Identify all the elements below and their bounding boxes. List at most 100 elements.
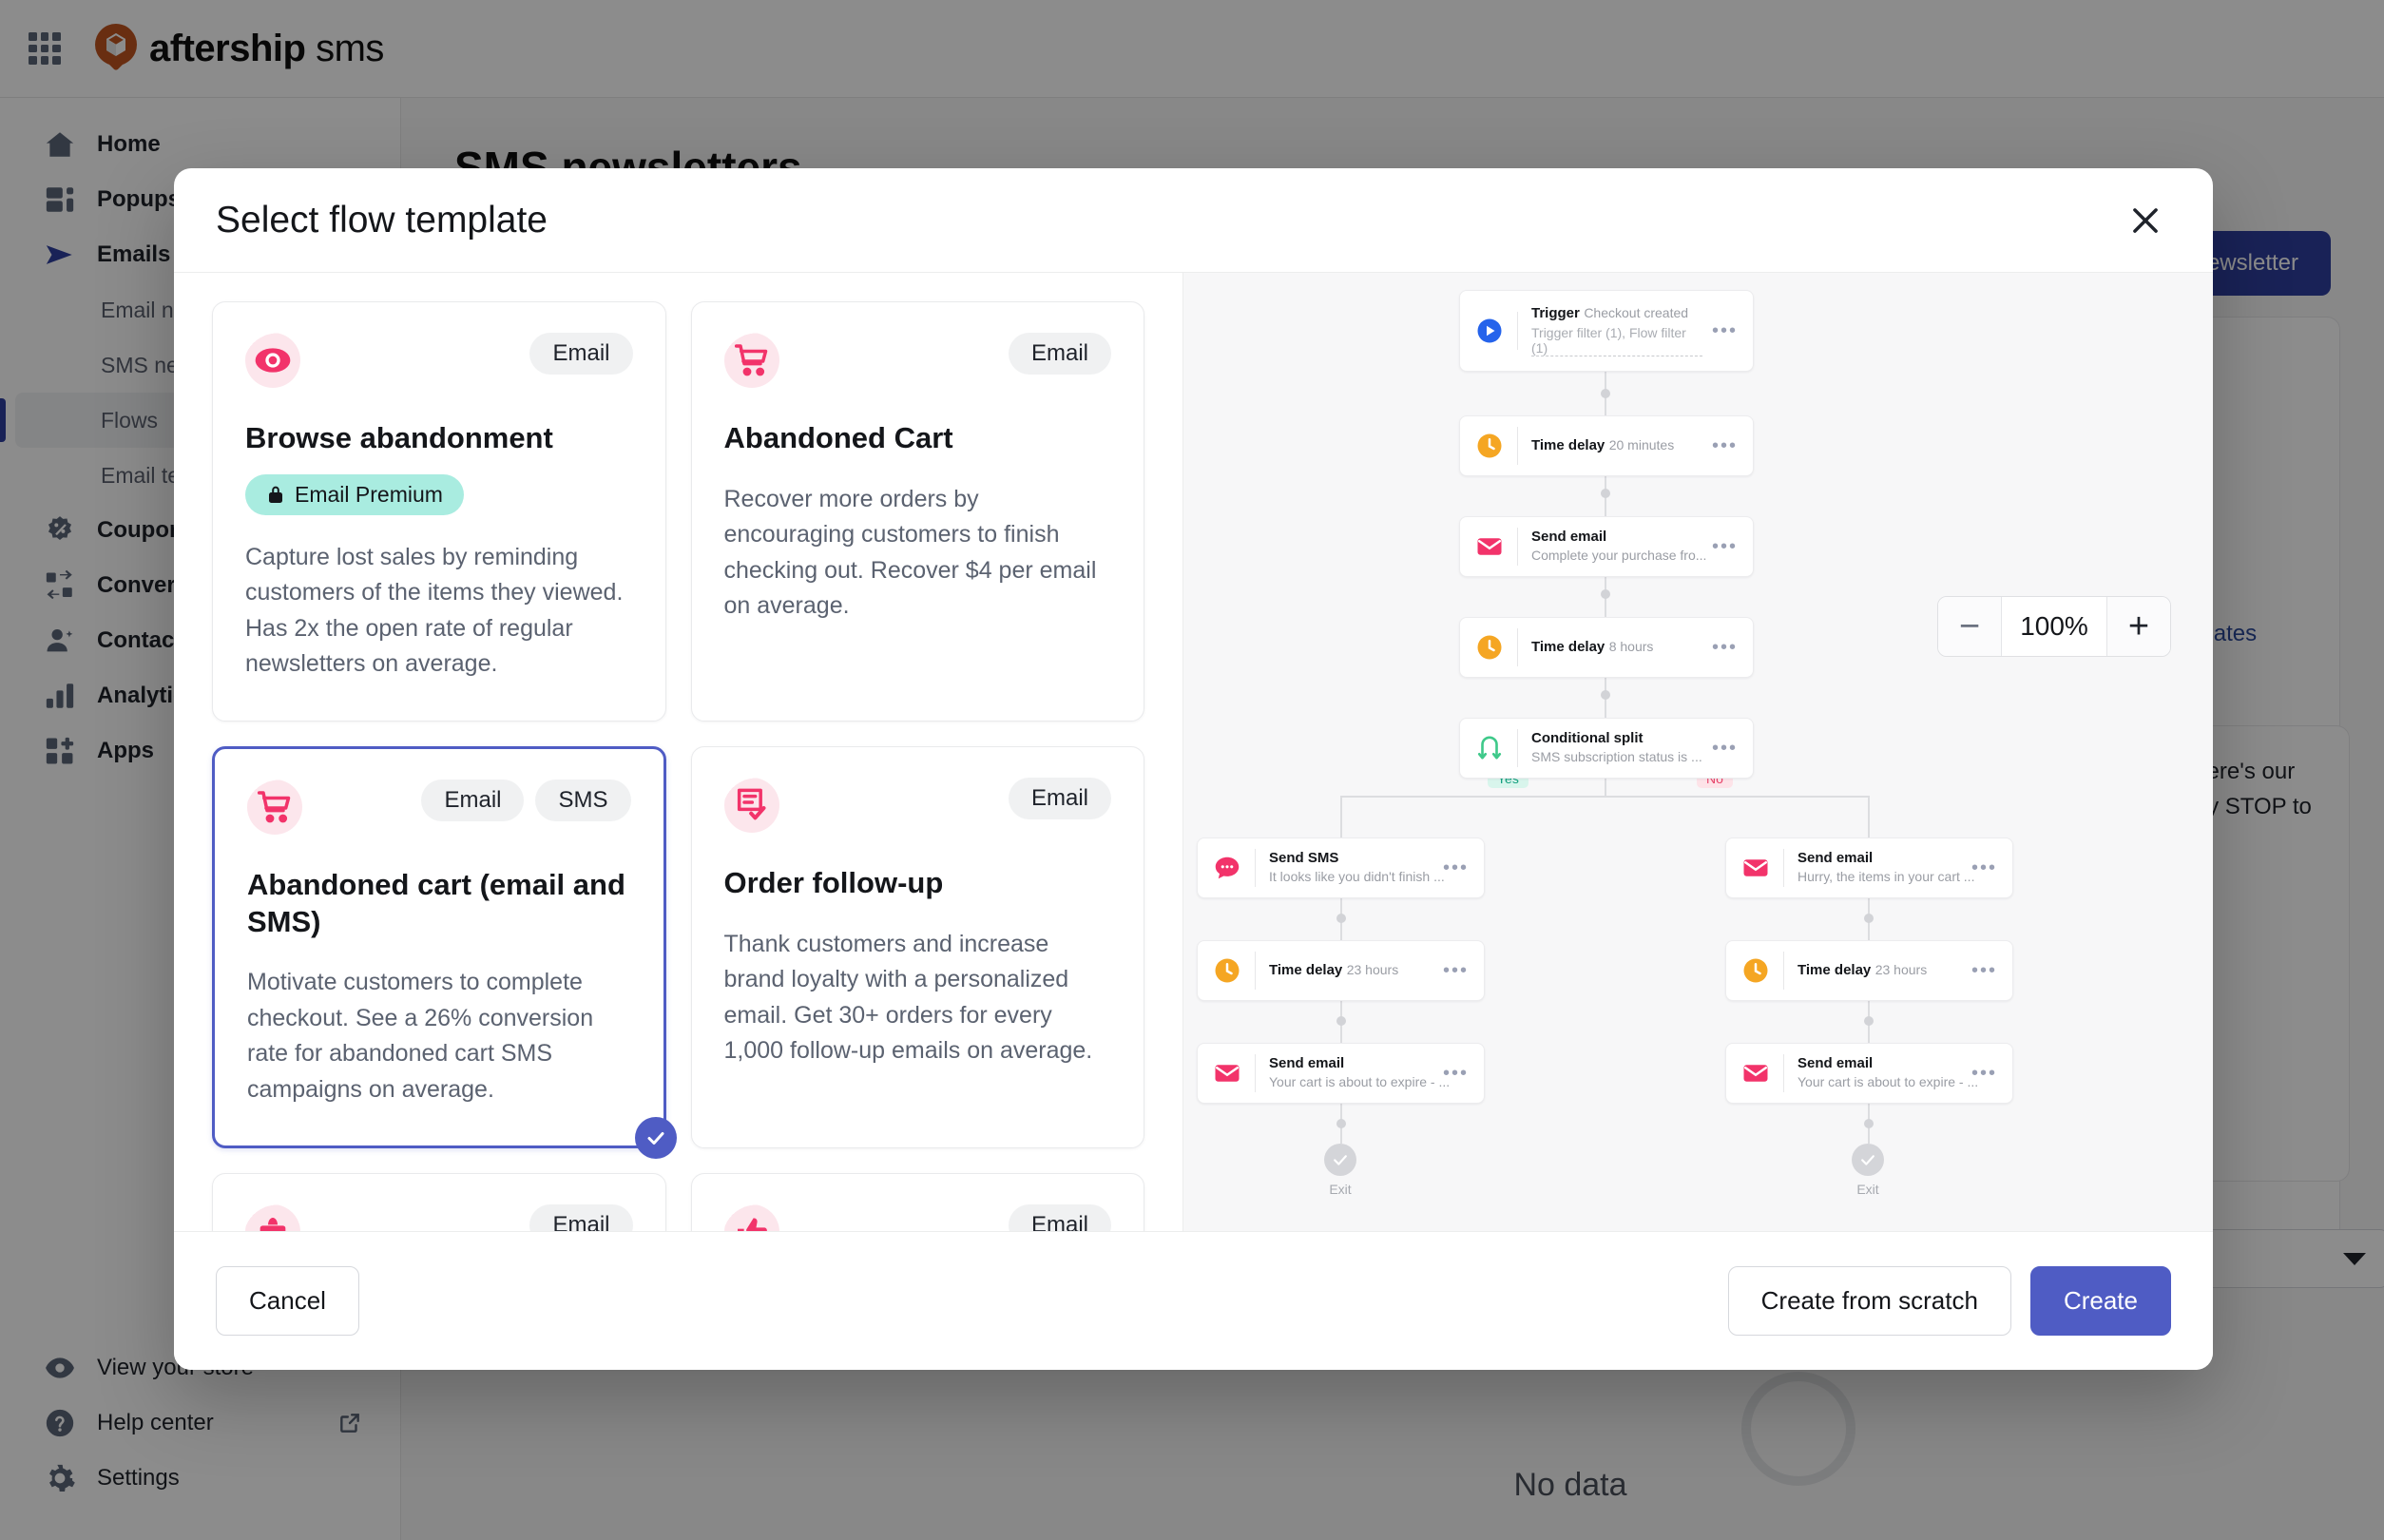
node-title: Time delay [1269,962,1343,979]
node-title: Trigger [1531,304,1580,321]
flow-node-send-email-yes-2[interactable]: Send email Your cart is about to expire … [1197,1043,1485,1104]
node-more-icon[interactable]: ••• [1443,858,1469,877]
modal-footer: Cancel Create from scratch Create [174,1231,2213,1370]
create-from-scratch-button[interactable]: Create from scratch [1727,1266,2011,1336]
card-tags: Email [529,333,633,375]
node-more-icon[interactable]: ••• [1971,1064,1997,1083]
modal-header: Select flow template [174,168,2213,273]
clock-icon [1475,633,1504,662]
card-header: Email SMS [247,779,631,835]
edge-dot [1336,1119,1346,1128]
card-tags: Email [1008,333,1111,375]
edge [1868,796,1870,837]
node-title: Time delay [1531,437,1605,454]
create-button[interactable]: Create [2029,1266,2171,1336]
flow-node-trigger[interactable]: Trigger Checkout created Trigger filter … [1459,290,1754,372]
template-description: Motivate customers to complete checkout.… [247,969,594,1103]
node-text: Conditional split SMS subscription statu… [1531,730,1702,766]
edge-dot [1601,589,1610,599]
edge-dot [1336,1016,1346,1026]
node-text: Send email Hurry, the items in your cart… [1798,850,1974,886]
flow-node-time-delay-no[interactable]: Time delay 23 hours ••• [1725,940,2013,1001]
mail-icon [1213,1059,1241,1088]
node-more-icon[interactable]: ••• [1712,321,1738,340]
node-more-icon[interactable]: ••• [1443,1064,1469,1083]
flow-node-time-delay-1[interactable]: Time delay 20 minutes ••• [1459,415,1754,476]
flow-node-send-email-no-branch[interactable]: Send email Hurry, the items in your cart… [1725,837,2013,898]
exit-label: Exit [1856,1182,1879,1197]
tag-email: Email [1008,1204,1111,1231]
node-more-icon[interactable]: ••• [1971,858,1997,877]
node-meta: Trigger filter (1), Flow filter (1) [1531,325,1702,357]
template-list-pane[interactable]: Email Browse abandonment Email Premium C… [174,273,1183,1231]
template-card-abandoned-cart[interactable]: Email Abandoned Cart Recover more orders… [690,301,1144,722]
card-header: Email [723,333,1111,388]
edge-dot [1864,1119,1874,1128]
node-title: Send email [1798,1055,1874,1072]
node-subtitle: Your cart is about to expire - ... [1798,1073,1979,1089]
card-tags: Email [1008,1204,1111,1231]
tag-email: Email [529,1204,633,1231]
edge-dot [1601,489,1610,498]
clock-icon [1213,956,1241,985]
node-title: Time delay [1798,962,1872,979]
thumbs-up-icon [723,1204,779,1231]
divider [1517,528,1518,566]
flow-canvas[interactable]: Yes No Trigger Checkout created Trigger … [1183,273,2213,1231]
clock-icon [1475,432,1504,460]
card-header: Email [723,1204,1111,1231]
template-card-partial-thumbs-up[interactable]: Email [690,1173,1144,1231]
cancel-button[interactable]: Cancel [216,1266,359,1336]
flow-node-send-email-no-2[interactable]: Send email Your cart is about to expire … [1725,1043,2013,1104]
modal-body: Email Browse abandonment Email Premium C… [174,273,2213,1231]
flow-preview-pane[interactable]: − 100% + Yes No Trigger Checkout created… [1183,273,2213,1231]
mail-icon [1741,1059,1770,1088]
node-more-icon[interactable]: ••• [1443,961,1469,980]
footer-right-actions: Create from scratch Create [1727,1266,2171,1336]
node-more-icon[interactable]: ••• [1712,638,1738,657]
node-text: Send SMS It looks like you didn't finish… [1269,850,1445,886]
edge [1340,796,1342,837]
template-description: Recover more orders by encouraging custo… [723,485,1097,620]
edge-dot [1864,914,1874,923]
divider [1255,849,1256,887]
premium-badge: Email Premium [245,473,464,515]
divider [1517,628,1518,666]
template-card-abandoned-cart-email-sms[interactable]: Email SMS Abandoned cart (email and SMS)… [212,745,677,1160]
exit-label: Exit [1329,1182,1352,1197]
node-text: Trigger Checkout created Trigger filter … [1531,304,1702,358]
divider [1255,1054,1256,1092]
template-card-order-follow-up[interactable]: Email Order follow-up Thank customers an… [690,745,1144,1149]
template-description: Thank customers and increase brand loyal… [723,930,1093,1065]
chat-icon [1213,854,1241,882]
node-subtitle: 8 hours [1608,639,1654,655]
node-text: Time delay 8 hours [1531,638,1702,657]
node-more-icon[interactable]: ••• [1712,537,1738,556]
divider [1517,312,1518,350]
template-name: Abandoned cart (email and SMS) [247,867,625,938]
flow-node-conditional-split[interactable]: Conditional split SMS subscription statu… [1459,718,1754,779]
eye-target-icon [245,333,300,388]
template-card-partial-gift[interactable]: Email [212,1173,666,1231]
flow-node-time-delay-yes[interactable]: Time delay 23 hours ••• [1197,940,1485,1001]
selected-check-icon [634,1117,677,1160]
flow-node-send-email-1[interactable]: Send email Complete your purchase fro...… [1459,516,1754,577]
node-more-icon[interactable]: ••• [1971,961,1997,980]
flow-node-send-sms[interactable]: Send SMS It looks like you didn't finish… [1197,837,1485,898]
card-tags: Email [529,1204,633,1231]
node-more-icon[interactable]: ••• [1712,739,1738,758]
tag-email: Email [1008,333,1111,375]
flow-node-time-delay-2[interactable]: Time delay 8 hours ••• [1459,617,1754,678]
exit-check-icon [1324,1144,1356,1176]
template-card-browse-abandonment[interactable]: Email Browse abandonment Email Premium C… [212,301,666,722]
node-more-icon[interactable]: ••• [1712,436,1738,455]
tag-sms: SMS [535,779,631,821]
play-icon [1475,317,1504,345]
card-tags: Email SMS [421,779,631,821]
divider [1255,952,1256,990]
split-icon [1475,734,1504,762]
mail-icon [1741,854,1770,882]
close-icon[interactable] [2120,195,2171,246]
tag-email: Email [1008,777,1111,819]
divider [1783,1054,1784,1092]
